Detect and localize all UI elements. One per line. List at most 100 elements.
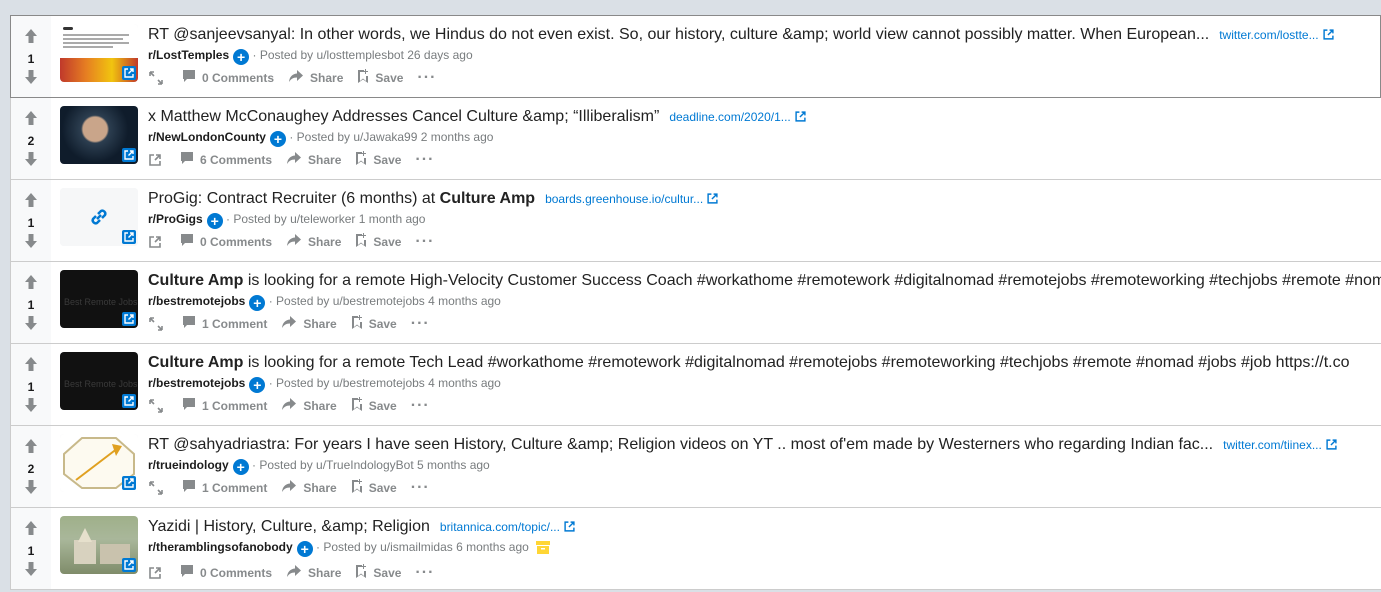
downvote-icon[interactable] — [23, 561, 39, 582]
save-button[interactable]: Save — [351, 397, 397, 414]
downvote-icon[interactable] — [23, 315, 39, 336]
thumbnail-external-link-icon[interactable] — [122, 312, 136, 326]
save-button[interactable]: Save — [355, 564, 401, 581]
upvote-icon[interactable] — [23, 192, 39, 213]
comments-button[interactable]: 0 Comments — [180, 233, 272, 250]
save-button[interactable]: Save — [357, 69, 403, 86]
post-domain-link[interactable]: britannica.com/topic/... — [440, 520, 575, 534]
expand-icon[interactable] — [148, 70, 164, 86]
more-options-icon[interactable]: ··· — [411, 479, 430, 495]
external-link-icon[interactable] — [148, 566, 162, 580]
post-title[interactable]: RT @sanjeevsanyal: In other words, we Hi… — [148, 25, 1380, 45]
post-title[interactable]: x Matthew McConaughey Addresses Cancel C… — [148, 107, 1381, 127]
join-subreddit-button[interactable]: + — [233, 49, 250, 65]
save-button[interactable]: Save — [355, 233, 401, 250]
subreddit-link[interactable]: r/theramblingsofanobody — [148, 540, 293, 554]
downvote-icon[interactable] — [23, 479, 39, 500]
post-title[interactable]: ProGig: Contract Recruiter (6 months) at… — [148, 189, 1381, 209]
post-thumbnail[interactable] — [60, 24, 138, 82]
share-button[interactable]: Share — [281, 397, 337, 414]
join-subreddit-button[interactable]: + — [206, 213, 223, 229]
post-thumbnail[interactable]: Best Remote Jobs — [60, 352, 138, 410]
post-thumbnail[interactable]: Best Remote Jobs — [60, 270, 138, 328]
more-options-icon[interactable]: ··· — [411, 315, 430, 331]
more-options-icon[interactable]: ··· — [415, 151, 434, 167]
posted-by-text: · Posted by u/ismailmidas 6 months ago — [316, 540, 529, 554]
post-card[interactable]: 1 Best Remote Jobs Culture Amp is looking … — [10, 262, 1381, 344]
upvote-icon[interactable] — [23, 438, 39, 459]
comments-button[interactable]: 6 Comments — [180, 151, 272, 168]
post-card[interactable]: 2 x Matthew McConaughey Addresses Cancel … — [10, 98, 1381, 180]
expand-icon[interactable] — [148, 316, 164, 332]
post-domain-link[interactable]: twitter.com/lostte... — [1219, 28, 1334, 42]
comments-button[interactable]: 1 Comment — [182, 315, 267, 332]
post-actions: 0 Comments Share Save ··· — [148, 69, 1380, 86]
more-options-icon[interactable]: ··· — [411, 397, 430, 413]
post-title[interactable]: Culture Amp is looking for a remote Tech… — [148, 353, 1381, 373]
share-button[interactable]: Share — [288, 69, 343, 86]
subreddit-link[interactable]: r/trueindology — [148, 458, 229, 472]
share-button[interactable]: Share — [286, 151, 341, 168]
external-link-icon[interactable] — [148, 153, 162, 167]
thumbnail-external-link-icon[interactable] — [122, 66, 136, 80]
more-options-icon[interactable]: ··· — [415, 233, 434, 249]
downvote-icon[interactable] — [23, 397, 39, 418]
post-domain-link[interactable]: boards.greenhouse.io/cultur... — [545, 192, 718, 206]
share-button[interactable]: Share — [281, 315, 337, 332]
join-subreddit-button[interactable]: + — [232, 459, 249, 475]
upvote-icon[interactable] — [23, 110, 39, 131]
post-card[interactable]: 2 RT @sahyadriastra: For years I have see… — [10, 426, 1381, 508]
share-button[interactable]: Share — [281, 479, 337, 496]
downvote-icon[interactable] — [23, 233, 39, 254]
upvote-icon[interactable] — [23, 274, 39, 295]
post-title[interactable]: Culture Amp is looking for a remote High… — [148, 271, 1381, 291]
post-thumbnail[interactable] — [60, 188, 138, 246]
downvote-icon[interactable] — [23, 69, 39, 90]
save-button[interactable]: Save — [351, 479, 397, 496]
subreddit-link[interactable]: r/NewLondonCounty — [148, 130, 266, 144]
share-icon — [281, 479, 303, 496]
comments-button[interactable]: 0 Comments — [180, 564, 272, 581]
join-subreddit-button[interactable]: + — [296, 541, 313, 557]
post-thumbnail[interactable] — [60, 434, 138, 492]
share-button[interactable]: Share — [286, 564, 341, 581]
subreddit-link[interactable]: r/ProGigs — [148, 212, 203, 226]
save-button[interactable]: Save — [351, 315, 397, 332]
post-thumbnail[interactable] — [60, 516, 138, 574]
upvote-icon[interactable] — [23, 520, 39, 541]
thumbnail-external-link-icon[interactable] — [122, 558, 136, 572]
join-subreddit-button[interactable]: + — [249, 295, 266, 311]
downvote-icon[interactable] — [23, 151, 39, 172]
external-link-icon[interactable] — [148, 235, 162, 249]
post-thumbnail[interactable] — [60, 106, 138, 164]
post-card[interactable]: 1 RT @sanjeevsanyal: In other words, we H… — [10, 15, 1381, 98]
comments-button[interactable]: 1 Comment — [182, 479, 267, 496]
thumbnail-external-link-icon[interactable] — [122, 230, 136, 244]
post-card[interactable]: 1 Best Remote Jobs Culture Amp is looking … — [10, 344, 1381, 426]
save-button[interactable]: Save — [355, 151, 401, 168]
post-title[interactable]: RT @sahyadriastra: For years I have seen… — [148, 435, 1381, 455]
post-title[interactable]: Yazidi | History, Culture, &amp; Religio… — [148, 517, 1381, 537]
post-domain-link[interactable]: twitter.com/tiinex... — [1223, 438, 1337, 452]
thumbnail-external-link-icon[interactable] — [122, 394, 136, 408]
upvote-icon[interactable] — [23, 28, 39, 49]
more-options-icon[interactable]: ··· — [417, 69, 436, 85]
expand-icon[interactable] — [148, 398, 164, 414]
comments-button[interactable]: 1 Comment — [182, 397, 267, 414]
post-domain-link[interactable]: deadline.com/2020/1... — [669, 110, 806, 124]
thumbnail-external-link-icon[interactable] — [122, 476, 136, 490]
post-card[interactable]: 1 ProGig: Contract Recruiter (6 months) a… — [10, 180, 1381, 262]
share-button[interactable]: Share — [286, 233, 341, 250]
post-card[interactable]: 1 Yazidi | History, Culture, &amp; Religi… — [10, 508, 1381, 590]
join-subreddit-button[interactable]: + — [269, 131, 286, 147]
subreddit-link[interactable]: r/bestremotejobs — [148, 294, 245, 308]
more-options-icon[interactable]: ··· — [415, 564, 434, 580]
thumbnail-external-link-icon[interactable] — [122, 148, 136, 162]
comments-button[interactable]: 0 Comments — [182, 69, 274, 86]
comment-icon — [182, 397, 202, 414]
join-subreddit-button[interactable]: + — [249, 377, 266, 393]
expand-icon[interactable] — [148, 480, 164, 496]
subreddit-link[interactable]: r/bestremotejobs — [148, 376, 245, 390]
subreddit-link[interactable]: r/LostTemples — [148, 48, 229, 62]
upvote-icon[interactable] — [23, 356, 39, 377]
